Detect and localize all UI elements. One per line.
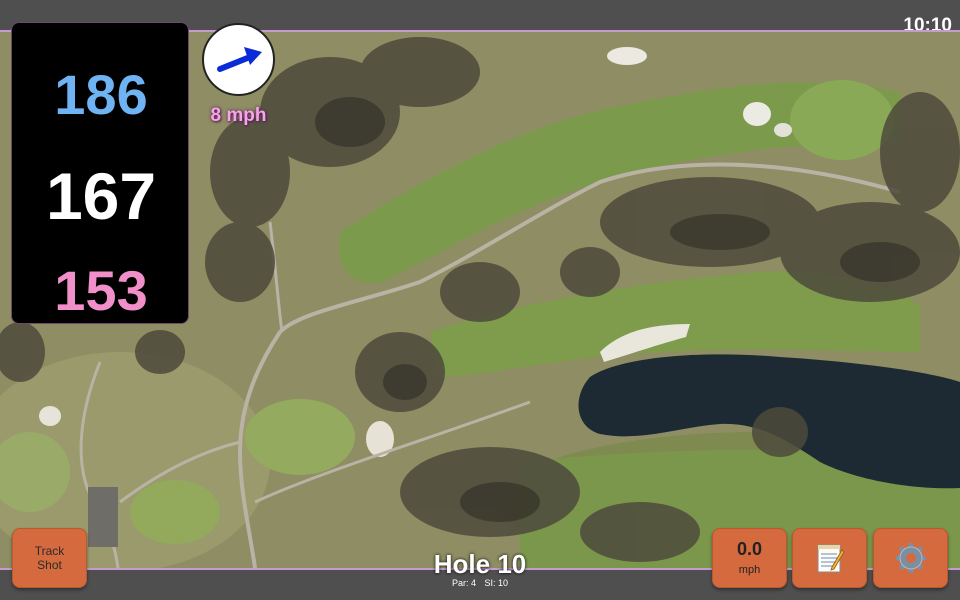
hole-par: Par: 4 (451, 578, 476, 588)
speed-button[interactable]: 0.0 mph (712, 528, 787, 588)
distance-panel: 186 167 153 (11, 22, 189, 324)
hole-title: Hole 10 (433, 549, 527, 579)
track-shot-label-line1: Track (34, 544, 65, 558)
notes-button[interactable] (792, 528, 867, 588)
hole-stroke-index: SI: 10 (484, 578, 509, 588)
track-shot-label-line2: Shot (37, 558, 62, 572)
center-distance: 167 (45, 159, 157, 233)
gear-icon (895, 543, 926, 573)
track-shot-button[interactable]: Track Shot (12, 528, 87, 588)
golf-gps-app: 10:10 186 167 153 8 mph Track Shot Hole … (0, 0, 960, 600)
front-distance: 153 (54, 259, 148, 322)
back-distance: 186 (54, 63, 148, 126)
notepad-icon (817, 544, 845, 573)
speed-unit: mph (738, 564, 761, 576)
hole-info: Par: 4 SI: 10 (380, 577, 580, 589)
speed-value: 0.0 (736, 539, 763, 559)
wind-speed-label: 8 mph (210, 105, 267, 126)
wind-direction-arrow-icon (217, 47, 262, 72)
wind-indicator (202, 23, 275, 96)
settings-button[interactable] (873, 528, 948, 588)
